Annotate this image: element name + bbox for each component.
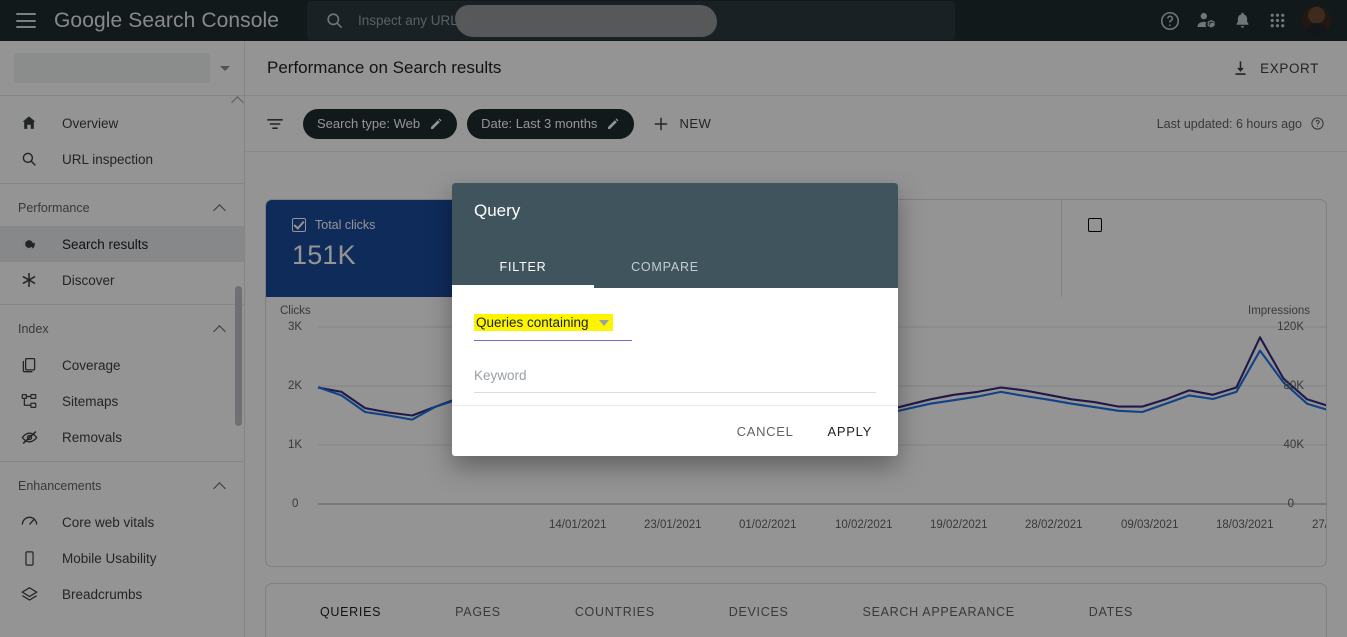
query-filter-dialog: Query FILTER COMPARE Queries containing … xyxy=(452,183,898,456)
keyword-underline xyxy=(474,392,876,393)
dialog-header: Query FILTER COMPARE xyxy=(452,183,898,288)
screen: Google Search Console Inspect any URL in… xyxy=(0,0,1347,637)
keyword-field[interactable] xyxy=(474,367,876,393)
dialog-title: Query xyxy=(474,201,521,220)
dialog-footer: CANCEL APPLY xyxy=(452,405,898,456)
dialog-tab-filter[interactable]: FILTER xyxy=(452,246,594,288)
select-value-label: Queries containing xyxy=(476,315,589,330)
caret-down-icon[interactable] xyxy=(598,319,609,326)
cancel-button[interactable]: CANCEL xyxy=(725,416,806,447)
select-underline xyxy=(474,340,632,341)
dialog-tab-compare[interactable]: COMPARE xyxy=(594,246,736,288)
dialog-tab-label: COMPARE xyxy=(631,260,699,274)
dialog-tabs: FILTER COMPARE xyxy=(452,246,736,288)
dialog-tab-label: FILTER xyxy=(499,260,547,274)
select-value-wrapper[interactable]: Queries containing xyxy=(474,314,613,331)
apply-button[interactable]: APPLY xyxy=(816,416,884,447)
keyword-input[interactable] xyxy=(474,368,876,392)
dialog-body: Queries containing xyxy=(452,288,898,405)
query-match-type-select[interactable]: Queries containing xyxy=(474,314,632,341)
